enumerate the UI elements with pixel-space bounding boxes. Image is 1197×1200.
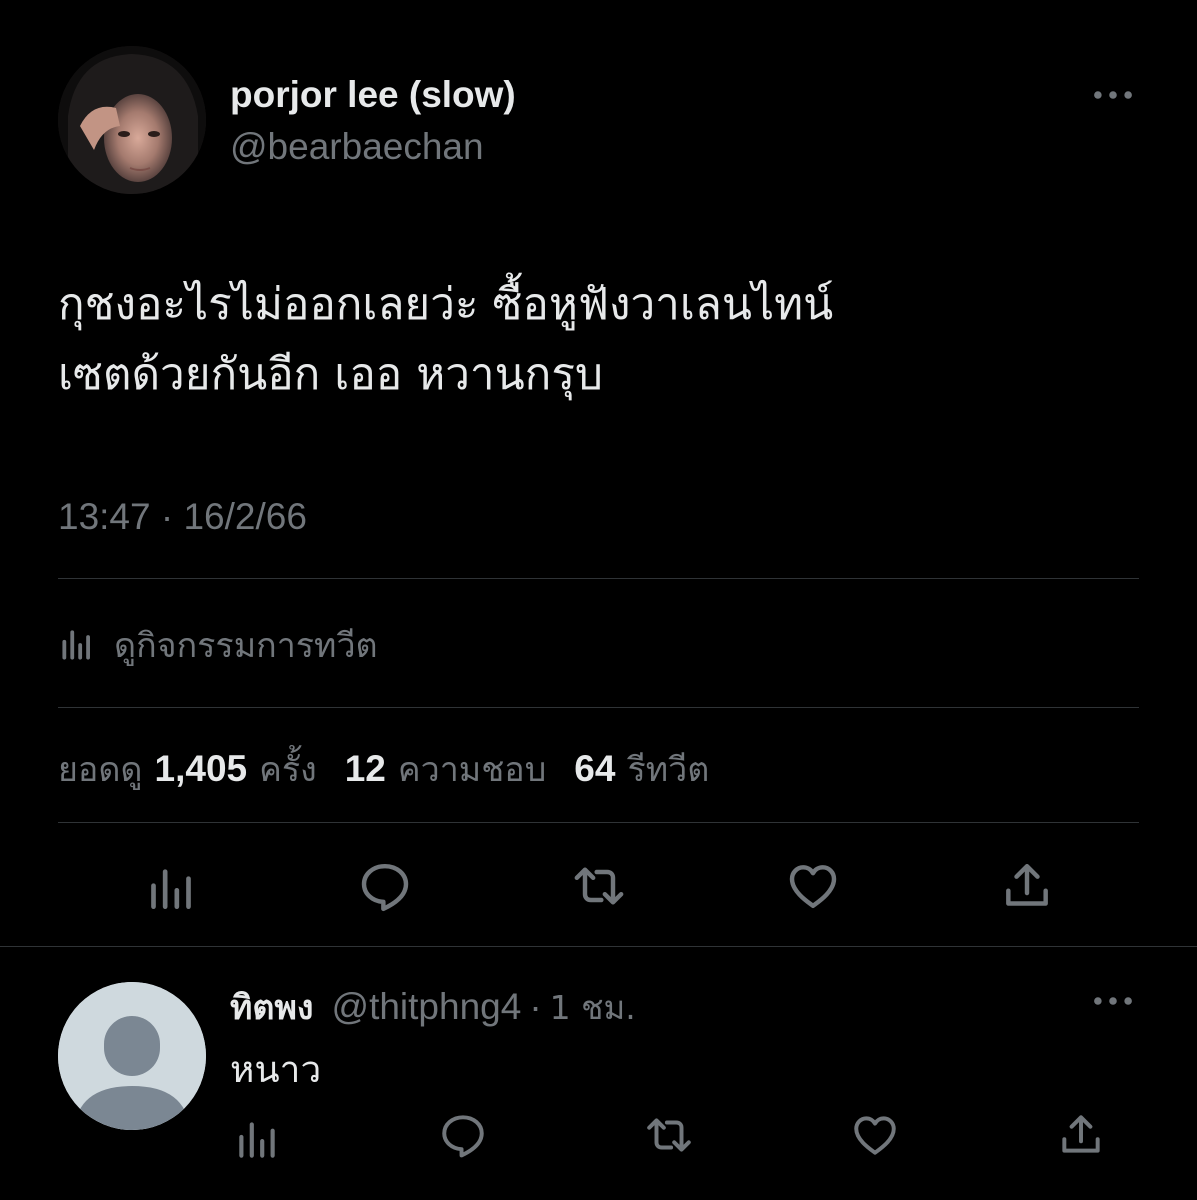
like-button[interactable] bbox=[785, 858, 841, 914]
reply-like-button[interactable] bbox=[850, 1110, 900, 1160]
reply-icon bbox=[361, 863, 409, 912]
more-dots-icon bbox=[1094, 91, 1132, 99]
reply-button[interactable] bbox=[357, 858, 413, 914]
divider bbox=[58, 707, 1139, 708]
author-avatar[interactable] bbox=[58, 46, 206, 194]
separator-dot: · bbox=[529, 986, 542, 1027]
views-prefix: ยอดดู bbox=[58, 750, 143, 790]
reply-reply-button[interactable] bbox=[438, 1110, 488, 1160]
analytics-button[interactable] bbox=[143, 860, 199, 916]
more-dots-icon bbox=[1094, 997, 1132, 1005]
reply-retweet-button[interactable] bbox=[644, 1110, 694, 1160]
more-options-button[interactable] bbox=[1088, 80, 1138, 110]
divider bbox=[58, 822, 1139, 823]
reply-avatar[interactable] bbox=[58, 982, 206, 1130]
heart-icon bbox=[854, 1116, 896, 1155]
tweet-text: กุชงอะไรไม่ออกเลยว่ะ ซื้อหูฟังวาเลนไทน์ … bbox=[58, 279, 834, 400]
view-tweet-activity-link[interactable]: ดูกิจกรรมการทวีต bbox=[58, 618, 378, 672]
reply-text: หนาว bbox=[230, 1048, 322, 1091]
reply-share-button[interactable] bbox=[1056, 1110, 1106, 1160]
reply-handle[interactable]: @thitphng4 bbox=[332, 986, 522, 1028]
thread-divider bbox=[0, 946, 1197, 947]
reply-icon bbox=[442, 1115, 484, 1158]
share-icon bbox=[1062, 1115, 1100, 1153]
retweet-button[interactable] bbox=[571, 858, 627, 914]
author-display-name[interactable]: porjor lee (slow) bbox=[230, 74, 516, 116]
tweet-timestamp[interactable]: 13:47 · 16/2/66 bbox=[58, 496, 307, 538]
share-icon bbox=[1006, 863, 1048, 906]
retweet-icon bbox=[574, 867, 624, 905]
analytics-icon bbox=[62, 630, 90, 660]
analytics-icon bbox=[151, 869, 191, 909]
share-button[interactable] bbox=[999, 858, 1055, 914]
likes-count[interactable]: 12 bbox=[345, 748, 386, 790]
tweet-stats: ยอดดู 1,405 ครั้ง 12 ความชอบ 64 รีทวีต bbox=[58, 742, 709, 796]
reply-header: ทิตพง @thitphng4 · 1 ชม. bbox=[230, 980, 636, 1034]
reply-time[interactable]: 1 ชม. bbox=[550, 981, 636, 1034]
author-handle[interactable]: @bearbaechan bbox=[230, 126, 484, 168]
retweet-icon bbox=[647, 1118, 691, 1152]
retweets-count[interactable]: 64 bbox=[574, 748, 615, 790]
views-suffix: ครั้ง bbox=[259, 750, 317, 790]
analytics-icon bbox=[239, 1122, 275, 1158]
reply-more-options-button[interactable] bbox=[1088, 986, 1138, 1016]
default-user-icon bbox=[58, 982, 206, 1130]
reply-display-name[interactable]: ทิตพง bbox=[230, 980, 314, 1034]
likes-label[interactable]: ความชอบ bbox=[398, 742, 546, 796]
heart-icon bbox=[789, 865, 837, 909]
activity-label: ดูกิจกรรมการทวีต bbox=[114, 626, 378, 666]
retweets-label[interactable]: รีทวีต bbox=[627, 742, 709, 796]
avatar-photo bbox=[58, 46, 206, 194]
divider bbox=[58, 578, 1139, 579]
reply-analytics-button[interactable] bbox=[232, 1114, 282, 1164]
views-count: 1,405 bbox=[154, 748, 248, 789]
